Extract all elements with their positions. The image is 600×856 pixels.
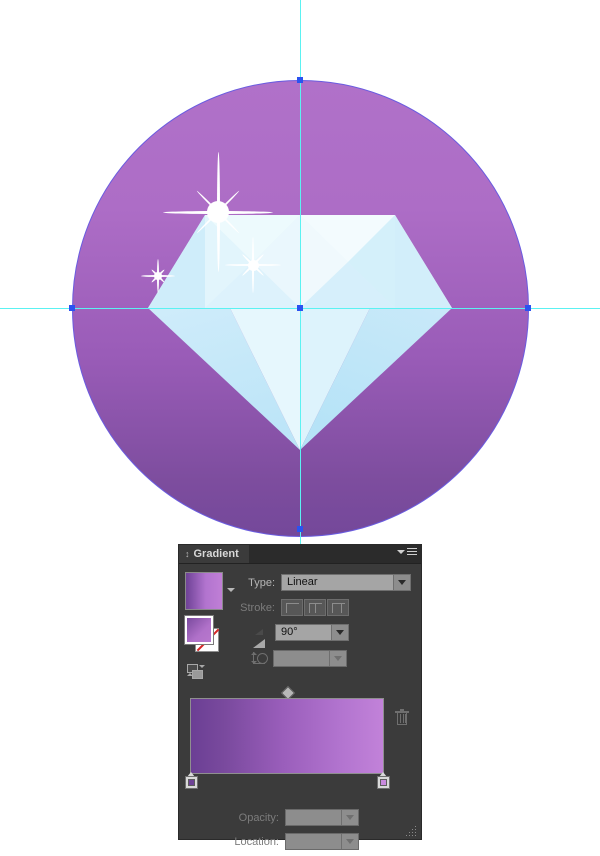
angle-value: 90° xyxy=(281,626,298,638)
facet-bevel-left xyxy=(148,215,205,308)
stroke-along-button[interactable] xyxy=(304,599,326,616)
gradient-panel[interactable]: ↕ Gradient Type: Linear Stroke: 90° Opac… xyxy=(178,544,422,850)
chevron-down-icon[interactable] xyxy=(341,834,358,849)
panel-title: Gradient xyxy=(193,548,239,560)
illustrator-canvas: ↕ Gradient Type: Linear Stroke: 90° Opac… xyxy=(0,0,600,856)
gradient-stop-start[interactable] xyxy=(185,772,198,789)
chevron-down-icon[interactable] xyxy=(331,625,348,640)
chevron-down-icon[interactable] xyxy=(393,575,410,590)
panel-body: Type: Linear Stroke: 90° Opacity: Locati… xyxy=(179,564,421,850)
type-row: Type: Linear xyxy=(241,574,411,591)
chevron-down-icon[interactable] xyxy=(227,588,235,592)
panel-tab-bar: ↕ Gradient xyxy=(179,545,421,564)
chevron-down-icon[interactable] xyxy=(341,810,358,825)
anchor-right[interactable] xyxy=(525,305,531,311)
location-label: Location: xyxy=(234,835,279,848)
anchor-bottom[interactable] xyxy=(297,526,303,532)
opacity-input[interactable] xyxy=(285,809,359,826)
aspect-input[interactable] xyxy=(273,650,347,667)
trash-icon[interactable] xyxy=(395,709,409,725)
type-select[interactable]: Linear xyxy=(281,574,411,591)
swatch-column xyxy=(184,572,235,679)
gradient-slider[interactable] xyxy=(190,698,384,774)
stroke-within-button[interactable] xyxy=(281,599,303,616)
angle-input[interactable]: 90° xyxy=(275,624,349,641)
swap-fill-stroke-icon[interactable] xyxy=(187,664,209,680)
tab-gradient[interactable]: ↕ Gradient xyxy=(179,545,249,563)
angle-icon xyxy=(253,627,267,648)
chevron-down-icon[interactable] xyxy=(329,651,346,666)
aspect-row xyxy=(251,650,347,667)
type-value: Linear xyxy=(287,576,318,588)
aspect-ratio-icon xyxy=(251,651,268,666)
menu-bars-icon xyxy=(407,548,417,555)
location-input[interactable] xyxy=(285,833,359,850)
artboard xyxy=(0,0,600,545)
location-row: Location: xyxy=(221,833,359,850)
stroke-row: Stroke: xyxy=(233,599,349,616)
stroke-label: Stroke: xyxy=(240,601,275,614)
angle-row: 90° xyxy=(253,624,349,648)
fill-swatch[interactable] xyxy=(184,615,214,645)
opacity-row: Opacity: xyxy=(221,809,359,826)
anchor-top[interactable] xyxy=(297,77,303,83)
menu-triangle-icon xyxy=(397,549,405,554)
gradient-fill-swatch[interactable] xyxy=(185,572,223,610)
gradient-stop-end[interactable] xyxy=(377,772,390,789)
anchor-left[interactable] xyxy=(69,305,75,311)
stroke-across-button[interactable] xyxy=(327,599,349,616)
resize-grip-icon[interactable] xyxy=(406,826,418,838)
opacity-label: Opacity: xyxy=(238,811,279,824)
fill-stroke-indicator[interactable] xyxy=(184,615,225,656)
stroke-type-buttons xyxy=(281,599,349,616)
facet-bevel-right xyxy=(395,215,452,308)
updown-grip-icon: ↕ xyxy=(185,548,190,559)
anchor-center[interactable] xyxy=(297,305,303,311)
type-label: Type: xyxy=(248,576,275,589)
panel-menu-icon[interactable] xyxy=(397,548,417,555)
